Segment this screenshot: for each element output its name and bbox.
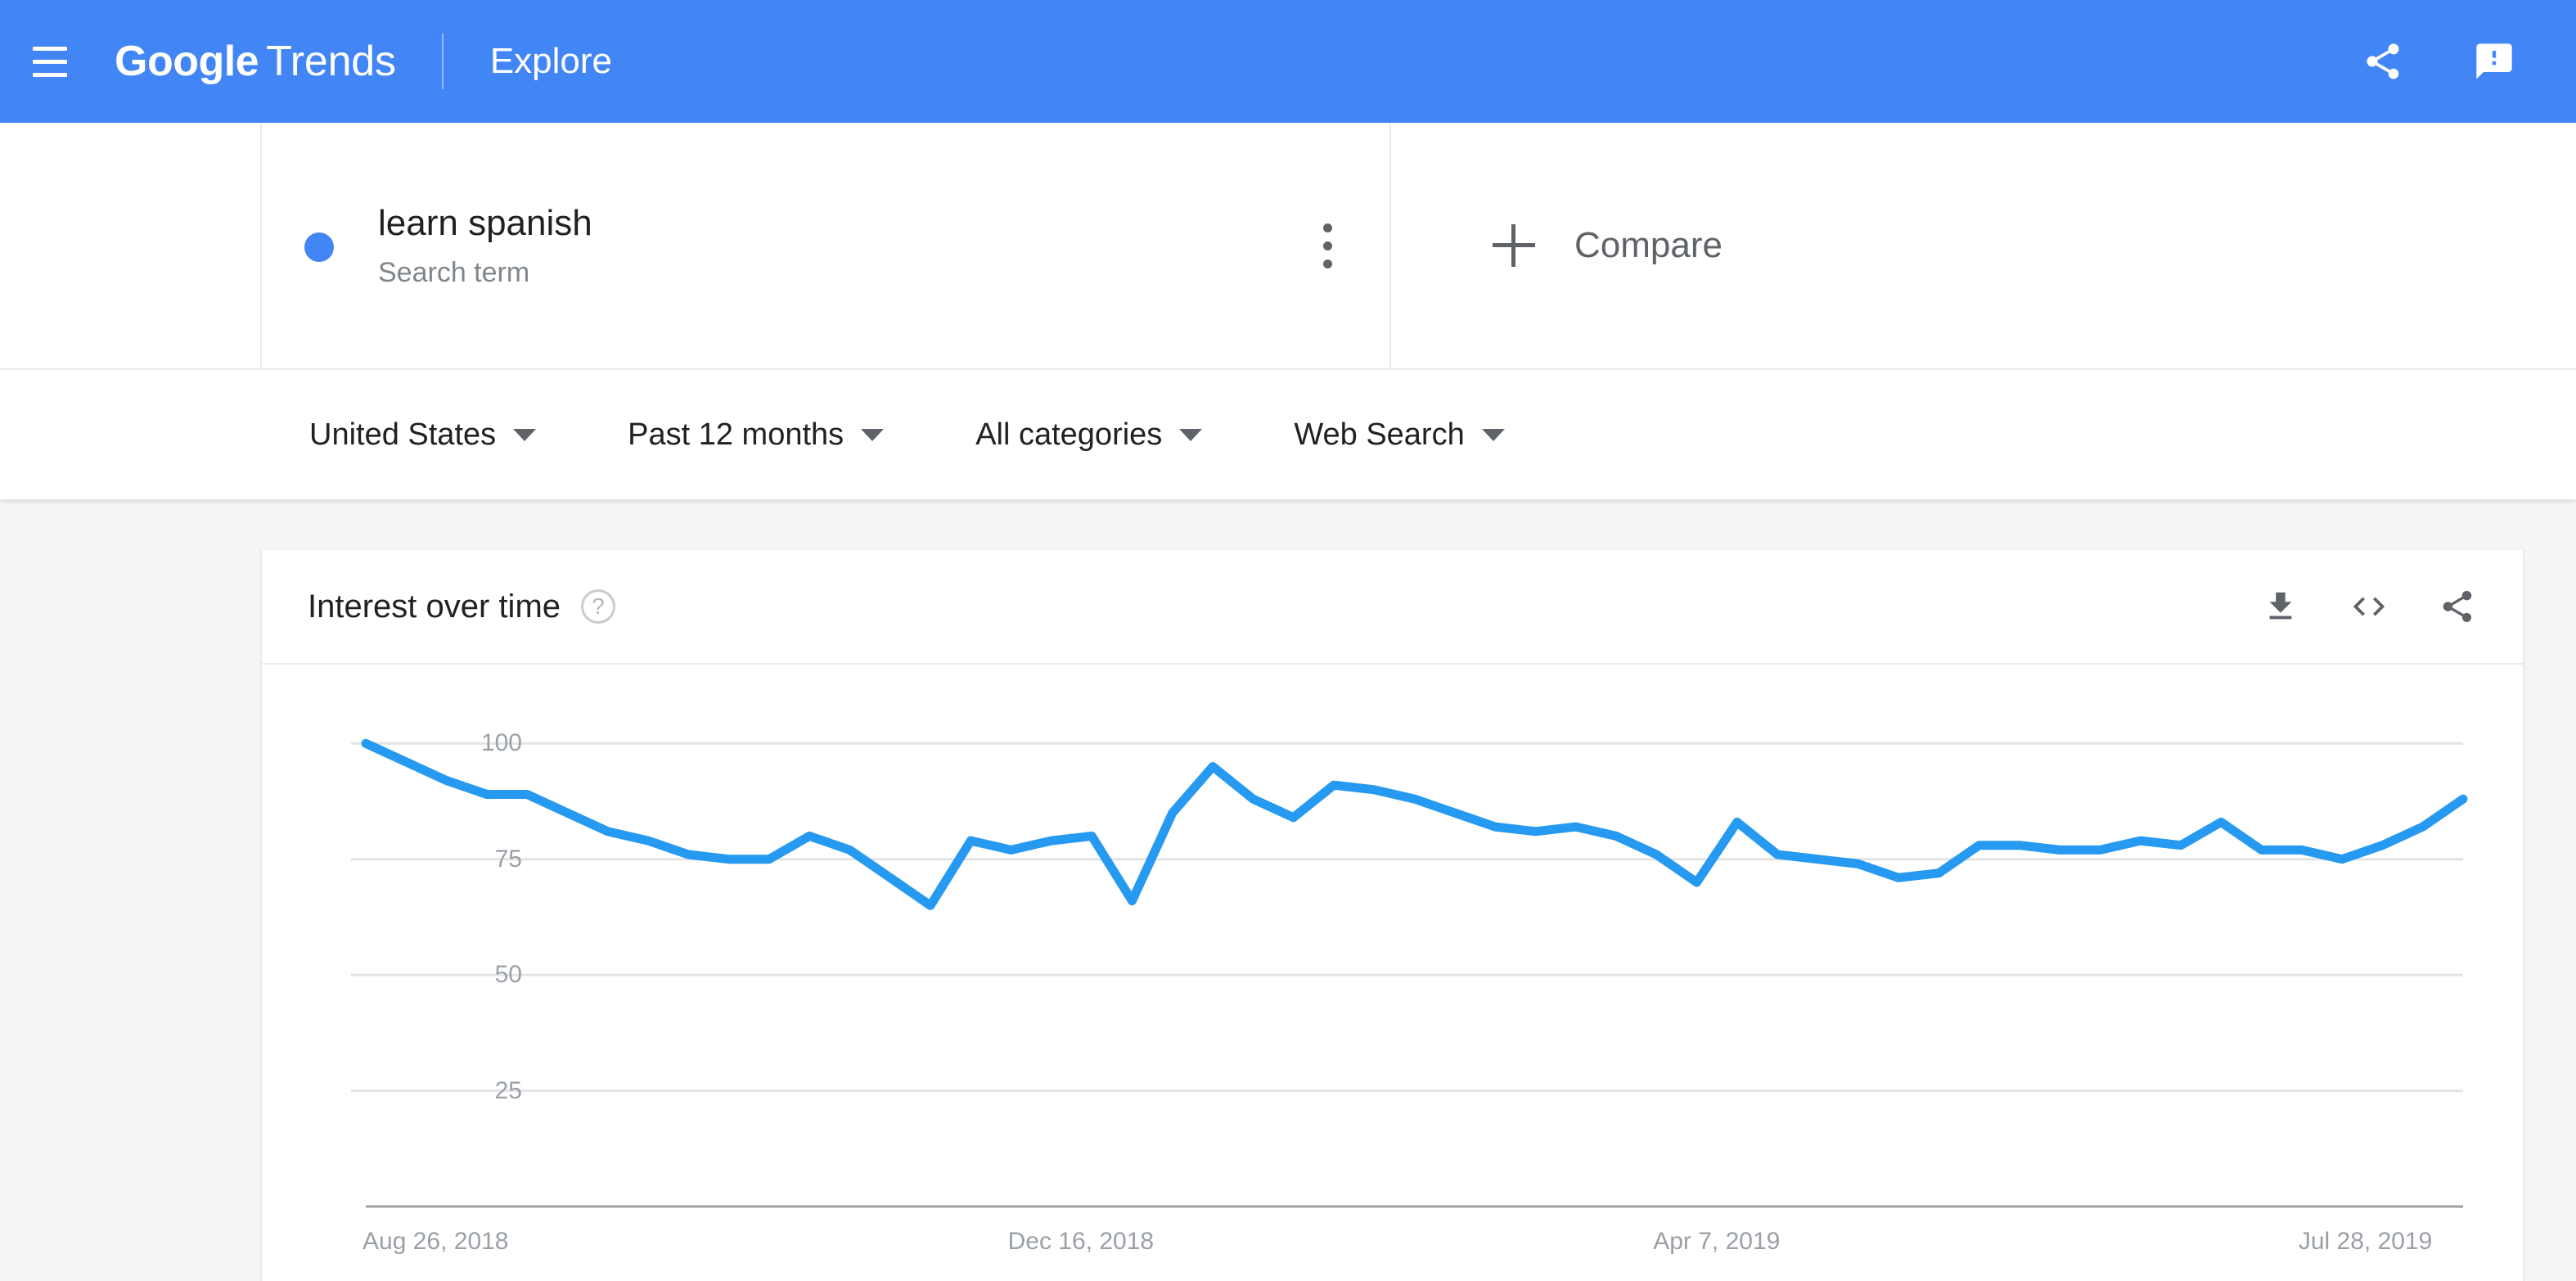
compare-label: Compare bbox=[1574, 225, 1723, 265]
y-axis-tick-label: 50 bbox=[494, 961, 522, 989]
more-vert-icon[interactable] bbox=[1304, 217, 1350, 274]
y-axis-tick-label: 25 bbox=[494, 1076, 522, 1104]
search-type-filter-label: Web Search bbox=[1294, 417, 1465, 452]
location-filter[interactable]: United States bbox=[309, 417, 537, 453]
y-axis-tick-label: 100 bbox=[480, 729, 522, 757]
category-filter-label: All categories bbox=[975, 417, 1163, 452]
share-icon[interactable] bbox=[2360, 38, 2406, 84]
chevron-down-icon bbox=[513, 428, 537, 441]
embed-code-icon[interactable] bbox=[2346, 584, 2392, 629]
top-app-bar: Google Trends Explore bbox=[0, 0, 2576, 123]
appbar-actions bbox=[2360, 38, 2517, 84]
plus-icon bbox=[1493, 224, 1535, 267]
google-trends-logo[interactable]: Google Trends bbox=[115, 37, 396, 86]
x-axis-tick-label: Aug 26, 2018 bbox=[363, 1228, 509, 1255]
chart-card-header: Interest over time ? bbox=[262, 550, 2523, 665]
left-gutter bbox=[0, 123, 262, 368]
add-comparison-button[interactable]: Compare bbox=[1391, 123, 2576, 368]
page-title: Interest over time bbox=[308, 588, 561, 625]
search-term-label: learn spanish bbox=[378, 203, 592, 244]
hamburger-bar bbox=[33, 72, 67, 77]
time-range-filter-label: Past 12 months bbox=[628, 417, 844, 452]
y-axis-tick-label: 75 bbox=[494, 845, 522, 873]
search-term-text: learn spanish Search term bbox=[378, 202, 592, 289]
interest-over-time-line-chart[interactable] bbox=[262, 665, 2523, 1281]
hamburger-menu-icon[interactable] bbox=[26, 38, 74, 85]
chevron-down-icon bbox=[1481, 428, 1505, 441]
search-term-card[interactable]: learn spanish Search term bbox=[262, 123, 1391, 368]
x-axis-tick-label: Dec 16, 2018 bbox=[1007, 1228, 1155, 1255]
chevron-down-icon bbox=[861, 428, 885, 441]
location-filter-label: United States bbox=[309, 417, 497, 452]
menu-dot bbox=[1322, 241, 1332, 250]
search-term-row: learn spanish Search term Compare bbox=[0, 123, 2576, 368]
nav-explore[interactable]: Explore bbox=[490, 41, 612, 82]
download-icon[interactable] bbox=[2258, 584, 2304, 629]
hamburger-bar bbox=[33, 46, 67, 51]
share-icon[interactable] bbox=[2434, 584, 2480, 629]
appbar-divider bbox=[441, 34, 444, 89]
time-range-filter[interactable]: Past 12 months bbox=[628, 417, 885, 453]
trend-line bbox=[361, 738, 2468, 910]
search-term-type: Search term bbox=[378, 256, 530, 288]
x-axis-tick-label: Apr 7, 2019 bbox=[1653, 1228, 1781, 1255]
filter-group: United States Past 12 months All categor… bbox=[309, 417, 1596, 453]
help-circle-icon[interactable]: ? bbox=[581, 589, 616, 624]
hamburger-bar bbox=[33, 59, 67, 64]
chart-plot-area: 100 75 50 25 Aug 26, 2018 Dec 16, 2018 Apr 7,… bbox=[262, 665, 2523, 1281]
brand-trends: Trends bbox=[266, 38, 396, 85]
x-axis-tick-label: Jul 28, 2019 bbox=[2298, 1228, 2433, 1255]
filter-bar: United States Past 12 months All categor… bbox=[0, 368, 2576, 499]
interest-over-time-card: Interest over time ? 100 75 50 25 Aug 26… bbox=[262, 550, 2523, 1281]
series-color-dot bbox=[304, 232, 334, 262]
brand-google: Google bbox=[115, 38, 259, 85]
menu-dot bbox=[1322, 259, 1332, 268]
chevron-down-icon bbox=[1179, 428, 1203, 441]
search-type-filter[interactable]: Web Search bbox=[1294, 417, 1505, 453]
menu-dot bbox=[1322, 223, 1332, 232]
chart-actions bbox=[2258, 584, 2480, 629]
feedback-icon[interactable] bbox=[2471, 38, 2517, 84]
category-filter[interactable]: All categories bbox=[975, 417, 1203, 453]
